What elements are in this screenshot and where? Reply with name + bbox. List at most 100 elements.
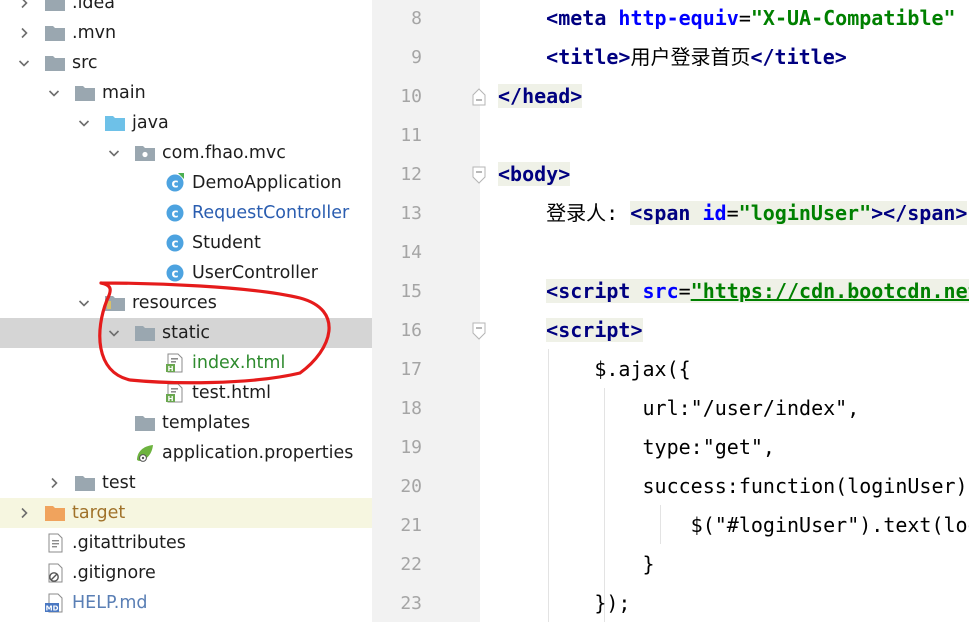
code-token: $.ajax({ bbox=[498, 357, 691, 381]
chevron-right-icon[interactable] bbox=[16, 0, 32, 18]
line-number: 21 bbox=[400, 515, 422, 536]
code-token: <script> bbox=[546, 318, 643, 342]
class-icon: c bbox=[164, 233, 186, 253]
tree-item-test[interactable]: test bbox=[0, 468, 372, 498]
line-number: 17 bbox=[400, 359, 422, 380]
code-line: <script src="https://cdn.bootcdn.net" bbox=[498, 272, 969, 311]
tree-item-requestcontroller[interactable]: c RequestController bbox=[0, 198, 372, 228]
folder-icon bbox=[44, 23, 66, 43]
source-folder-icon bbox=[104, 113, 126, 133]
line-number: 13 bbox=[400, 203, 422, 224]
line-number: 10 bbox=[400, 86, 422, 107]
folder-icon bbox=[134, 413, 156, 433]
tree-item-help-md[interactable]: MD HELP.md bbox=[0, 588, 372, 618]
tree-item-idea[interactable]: .idea bbox=[0, 0, 372, 18]
tree-item-label: application.properties bbox=[162, 443, 354, 463]
code-editor[interactable]: 8 9 10 11 12 13 14 15 16 17 18 19 20 21 22 23 <meta htt… bbox=[386, 0, 969, 622]
line-number: 16 bbox=[400, 320, 422, 341]
chevron-down-icon[interactable] bbox=[76, 288, 92, 318]
chevron-down-icon[interactable] bbox=[76, 108, 92, 138]
svg-text:c: c bbox=[171, 237, 178, 251]
tree-item-label: RequestController bbox=[192, 203, 350, 223]
code-token: success:function(loginUser){ bbox=[498, 474, 969, 498]
tree-item-main[interactable]: main bbox=[0, 78, 372, 108]
chevron-right-icon[interactable] bbox=[46, 468, 62, 498]
code-line: }); bbox=[498, 584, 630, 622]
tree-item-label: test bbox=[102, 473, 136, 493]
folder-icon bbox=[44, 0, 66, 13]
code-token: <meta bbox=[546, 6, 619, 30]
code-token: <title> bbox=[546, 45, 631, 69]
tree-item-test-html[interactable]: Htest.html bbox=[0, 378, 372, 408]
code-line: url:"/user/index", bbox=[498, 389, 859, 428]
code-token: <script bbox=[546, 279, 643, 303]
gitignore-file-icon bbox=[44, 563, 66, 583]
code-line: <script> bbox=[498, 311, 643, 350]
tree-item-mvn[interactable]: .mvn bbox=[0, 18, 372, 48]
code-token: url:"/user/index", bbox=[498, 396, 860, 420]
chevron-down-icon[interactable] bbox=[16, 48, 32, 78]
code-token: } bbox=[498, 552, 655, 576]
line-number: 11 bbox=[400, 125, 422, 146]
fold-start-icon[interactable] bbox=[472, 166, 486, 184]
tree-item-student[interactable]: c Student bbox=[0, 228, 372, 258]
tree-item-label: static bbox=[162, 323, 211, 343]
code-line: } bbox=[498, 545, 655, 584]
tree-item-label: HELP.md bbox=[72, 593, 148, 613]
tree-item-target[interactable]: target bbox=[0, 498, 372, 528]
tree-item-label: .gitattributes bbox=[72, 533, 186, 553]
code-token: = bbox=[726, 201, 739, 225]
chevron-down-icon[interactable] bbox=[46, 78, 62, 108]
tree-item-label: main bbox=[102, 83, 146, 103]
tree-item-static[interactable]: static bbox=[0, 318, 372, 348]
tree-item-java[interactable]: java bbox=[0, 108, 372, 138]
code-token: ></span> bbox=[871, 201, 968, 225]
class-icon: c bbox=[164, 203, 186, 223]
code-line: success:function(loginUser){ bbox=[498, 467, 969, 506]
tree-item-resources[interactable]: resources bbox=[0, 288, 372, 318]
tree-item-src[interactable]: src bbox=[0, 48, 372, 78]
chevron-right-icon[interactable] bbox=[16, 18, 32, 48]
tree-item-label: .gitignore bbox=[72, 563, 156, 583]
html-file-icon: H bbox=[164, 383, 186, 403]
tree-item-label: resources bbox=[132, 293, 217, 313]
chevron-down-icon[interactable] bbox=[106, 138, 122, 168]
folder-icon bbox=[44, 53, 66, 73]
code-token: id bbox=[702, 201, 727, 225]
chevron-down-icon[interactable] bbox=[106, 318, 122, 348]
resources-folder-icon bbox=[104, 293, 126, 313]
project-panel-scrollbar[interactable] bbox=[372, 0, 386, 622]
tree-item-gitattributes[interactable]: .gitattributes bbox=[0, 528, 372, 558]
fold-end-icon[interactable] bbox=[472, 88, 486, 106]
tree-item-templates[interactable]: templates bbox=[0, 408, 372, 438]
tree-item-label: test.html bbox=[192, 383, 272, 403]
code-line: <title>用户登录首页</title> bbox=[498, 38, 847, 77]
svg-text:MD: MD bbox=[46, 605, 59, 613]
code-token: </head> bbox=[498, 84, 583, 108]
tree-item-com-fhao-mvc[interactable]: com.fhao.mvc bbox=[0, 138, 372, 168]
spring-boot-class-icon: c bbox=[164, 173, 186, 193]
line-number: 23 bbox=[400, 593, 422, 614]
tree-item-label: src bbox=[72, 53, 98, 73]
code-token: http-equiv bbox=[618, 6, 739, 30]
code-line: </head> bbox=[498, 77, 583, 116]
code-line: $.ajax({ bbox=[498, 350, 691, 389]
line-number: 12 bbox=[400, 164, 422, 185]
tree-item-label: com.fhao.mvc bbox=[162, 143, 286, 163]
fold-start-icon[interactable] bbox=[472, 322, 486, 340]
tree-item-label: .idea bbox=[72, 0, 116, 13]
code-token: src bbox=[642, 279, 679, 303]
tree-item-label: .mvn bbox=[72, 23, 117, 43]
svg-text:c: c bbox=[171, 177, 178, 191]
tree-item-index-html[interactable]: Hindex.html bbox=[0, 348, 372, 378]
tree-item-demoapplication[interactable]: c DemoApplication bbox=[0, 168, 372, 198]
markdown-file-icon: MD bbox=[44, 593, 66, 613]
chevron-right-icon[interactable] bbox=[16, 498, 32, 528]
class-icon: c bbox=[164, 263, 186, 283]
tree-item-application-properties[interactable]: application.properties bbox=[0, 438, 372, 468]
code-line: type:"get", bbox=[498, 428, 774, 467]
tree-item-gitignore[interactable]: .gitignore bbox=[0, 558, 372, 588]
tree-item-usercontroller[interactable]: c UserController bbox=[0, 258, 372, 288]
